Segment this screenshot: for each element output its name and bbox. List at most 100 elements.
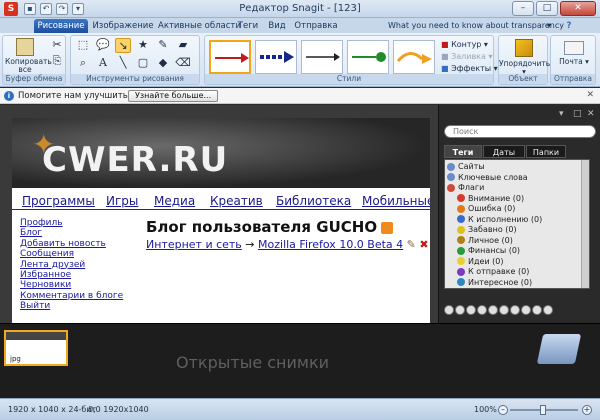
filter-icon[interactable] [510, 305, 520, 315]
arrange-icon [515, 39, 533, 57]
zoom-in-button[interactable]: + [582, 405, 592, 415]
tag-label: Финансы (0) [468, 246, 521, 255]
tag-icon [447, 183, 455, 192]
arrow-icon[interactable]: ↘ [115, 38, 131, 53]
nav-item: Креатив [210, 194, 263, 208]
send-group: Почта ▾ Отправка [550, 35, 596, 85]
mail-label: Почта [559, 57, 583, 66]
tab-image[interactable]: Изображение [92, 19, 154, 33]
zoom-slider-knob[interactable] [540, 405, 546, 415]
info-icon: i [4, 91, 14, 101]
list-item[interactable]: Забавно (0) [457, 225, 517, 234]
pen-icon[interactable]: ✎ [155, 38, 171, 53]
list-item[interactable]: Флаги [447, 183, 484, 192]
ribbon: Копировать все ✂ ⎘ Буфер обмена ⬚ 💬 ↘ ★ … [0, 33, 600, 87]
maximize-button[interactable]: □ [536, 1, 558, 16]
effects-dropdown[interactable]: ■ Эффекты ▾ [441, 64, 498, 73]
filter-icon[interactable] [521, 305, 531, 315]
minimize-button[interactable]: – [512, 1, 534, 16]
user-menu: Профиль Блог Добавить новость Сообщения … [20, 218, 123, 312]
fill-icon[interactable]: ◆ [155, 56, 171, 71]
panel-dropdown-icon[interactable]: ▾ [559, 109, 564, 119]
drawing-tools-group-label: Инструменты рисования [71, 74, 199, 84]
panel-close-icon[interactable]: ✕ [587, 109, 595, 119]
breadcrumb-article: Mozilla Firefox 10.0 Beta 4 [258, 238, 404, 251]
captured-image[interactable]: ✦ CWER.RU Программы Игры Медиа Креатив Б… [12, 118, 430, 323]
style-green-arrow[interactable] [347, 40, 389, 74]
tab-folders[interactable]: Папки [526, 145, 566, 158]
mail-button[interactable]: Почта ▾ [551, 39, 597, 66]
filter-icon[interactable] [532, 305, 542, 315]
tab-tags-panel[interactable]: Теги [444, 145, 482, 158]
list-item[interactable]: Сайты [447, 162, 485, 171]
help-dropdown-icon[interactable]: ▾ [542, 19, 556, 33]
canvas-area[interactable]: ✦ CWER.RU Программы Игры Медиа Креатив Б… [0, 105, 438, 323]
style-black-arrow[interactable] [301, 40, 343, 74]
tab-drawing[interactable]: Рисование [34, 19, 88, 33]
filter-icon[interactable] [488, 305, 498, 315]
list-item[interactable]: Финансы (0) [457, 246, 520, 255]
list-item: Сообщения [20, 249, 75, 260]
tag-icon [457, 246, 465, 255]
filter-icon[interactable] [543, 305, 553, 315]
style-blue-arrow[interactable] [255, 40, 297, 74]
stamp-icon[interactable]: ★ [135, 38, 151, 53]
filter-icon[interactable] [444, 305, 454, 315]
tag-icon [457, 236, 465, 244]
copy-icon[interactable]: ⎘ [49, 54, 65, 69]
list-item[interactable]: Личное (0) [457, 236, 513, 245]
contour-dropdown[interactable]: ■ Контур ▾ [441, 40, 488, 49]
list-item[interactable]: К отправке (0) [457, 267, 529, 276]
close-button[interactable]: ✕ [560, 1, 596, 16]
panel-maximize-icon[interactable]: □ [573, 109, 582, 119]
help-icon[interactable]: ? [562, 19, 576, 33]
tab-tags[interactable]: Теги [234, 19, 262, 33]
list-item[interactable]: Ключевые слова [447, 173, 528, 182]
highlight-icon[interactable]: ▰ [175, 38, 191, 53]
list-item[interactable]: Ошибка (0) [457, 204, 515, 213]
cut-icon[interactable]: ✂ [49, 38, 65, 53]
fill-dropdown[interactable]: ■ Заливка ▾ [441, 52, 492, 61]
tag-list-scrollbar[interactable] [581, 160, 589, 288]
help-link[interactable]: What you need to know about transparency [388, 19, 564, 33]
style-orange-arrow[interactable] [393, 40, 435, 74]
search-input[interactable]: Поиск [444, 125, 596, 138]
callout-icon[interactable]: 💬 [95, 38, 111, 53]
eraser-icon[interactable]: ⌫ [175, 56, 191, 71]
thumbnail-type: jpg [8, 355, 23, 363]
list-item[interactable]: Идеи (0) [457, 257, 504, 266]
learn-more-button[interactable]: Узнайте больше... [128, 90, 219, 102]
tab-view[interactable]: Вид [266, 19, 288, 33]
tab-dates[interactable]: Даты [483, 145, 525, 158]
edit-icon: ✎ [406, 238, 416, 251]
list-item[interactable]: К исполнению (0) [457, 215, 542, 224]
close-info-icon[interactable]: ✕ [586, 90, 594, 100]
style-red-arrow[interactable] [209, 40, 251, 74]
filter-icon[interactable] [477, 305, 487, 315]
text-icon[interactable]: A [95, 56, 111, 71]
copy-all-button[interactable]: Копировать все [5, 38, 52, 74]
tag-list[interactable]: Сайты Ключевые слова Флаги Внимание (0) Ошиб… [444, 159, 590, 289]
list-item[interactable]: Интересное (0) [457, 278, 532, 287]
zoom-out-button[interactable]: – [498, 405, 508, 415]
list-item: Комментарии в блоге [20, 290, 124, 301]
arrange-button[interactable]: Упорядочить ▾ [499, 39, 550, 76]
line-icon[interactable]: ╲ [115, 56, 131, 71]
zoom-icon[interactable]: ⌕ [75, 56, 91, 71]
filter-icon[interactable] [455, 305, 465, 315]
object-group: Упорядочить ▾ Объект [498, 35, 550, 85]
library-folder-icon[interactable] [536, 334, 582, 364]
list-item[interactable]: Внимание (0) [457, 194, 524, 203]
tab-hotspots[interactable]: Активные области [158, 19, 241, 33]
library-panel: ▾ □ ✕ Поиск Теги Даты Папки Сайты Ключевы… [438, 105, 600, 323]
filter-icon[interactable] [499, 305, 509, 315]
list-item: Избранное [20, 270, 72, 281]
nav-item: Программы [22, 194, 95, 208]
filter-icon[interactable] [466, 305, 476, 315]
shape-icon[interactable]: ▢ [135, 56, 151, 71]
green-arrow-icon [352, 52, 386, 62]
tab-send[interactable]: Отправка [292, 19, 340, 33]
capture-thumbnail[interactable]: jpg [4, 330, 68, 366]
select-icon[interactable]: ⬚ [75, 38, 91, 53]
tag-label: Ошибка (0) [468, 204, 516, 213]
